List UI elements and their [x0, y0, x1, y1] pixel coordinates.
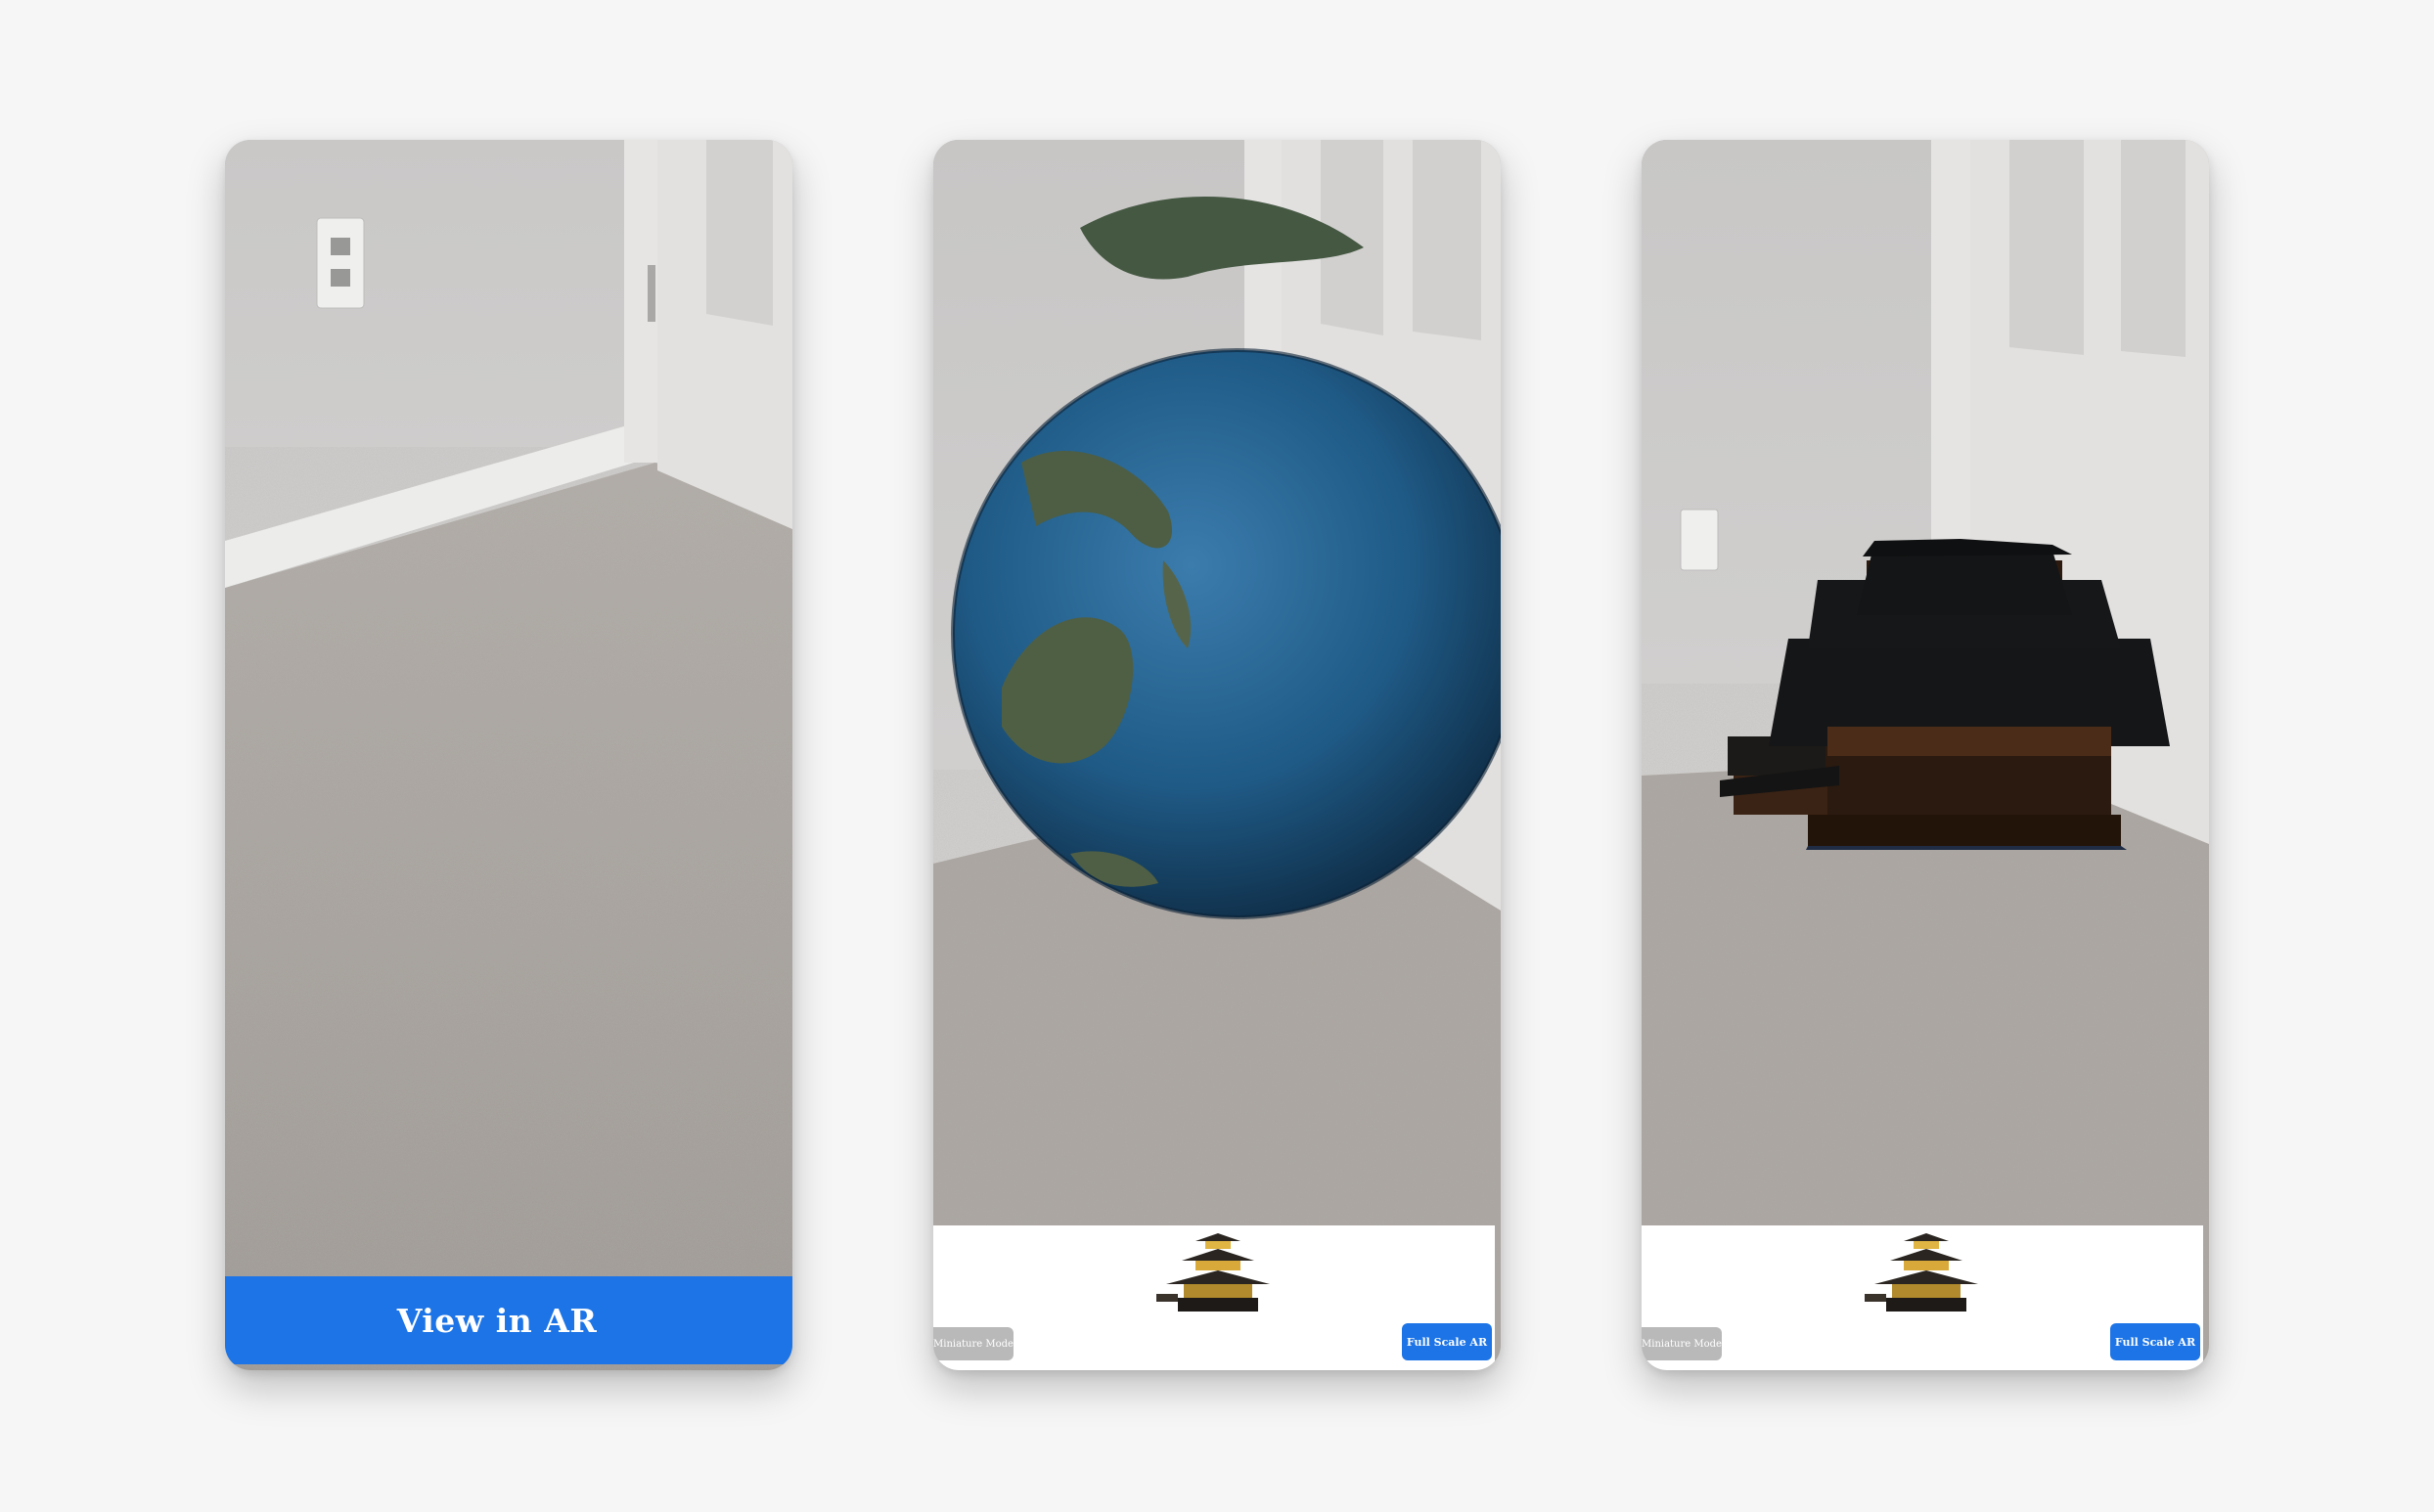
- phone-screen-ar-launch: View in AR: [225, 140, 792, 1370]
- view-in-ar-button[interactable]: View in AR: [225, 1276, 792, 1364]
- model-selector-card: Miniature Model Full Scale AR: [933, 1225, 1495, 1370]
- miniature-model-button[interactable]: Miniature Model: [1642, 1327, 1722, 1360]
- full-scale-ar-button[interactable]: Full Scale AR: [2110, 1323, 2200, 1360]
- miniature-model-button[interactable]: Miniature Model: [933, 1327, 1014, 1360]
- camera-room-scene: [1642, 140, 2209, 1370]
- camera-room-scene: [225, 140, 792, 1370]
- phone-screen-globe-model: Miniature Model Full Scale AR: [933, 140, 1501, 1370]
- model-selector-card: Miniature Model Full Scale AR: [1642, 1225, 2203, 1370]
- full-scale-ar-button[interactable]: Full Scale AR: [1402, 1323, 1492, 1360]
- phone-screen-temple-model: Miniature Model Full Scale AR: [1642, 140, 2209, 1370]
- camera-room-scene: [933, 140, 1501, 1370]
- temple-icon[interactable]: [1865, 1233, 1988, 1313]
- temple-icon[interactable]: [1156, 1233, 1280, 1313]
